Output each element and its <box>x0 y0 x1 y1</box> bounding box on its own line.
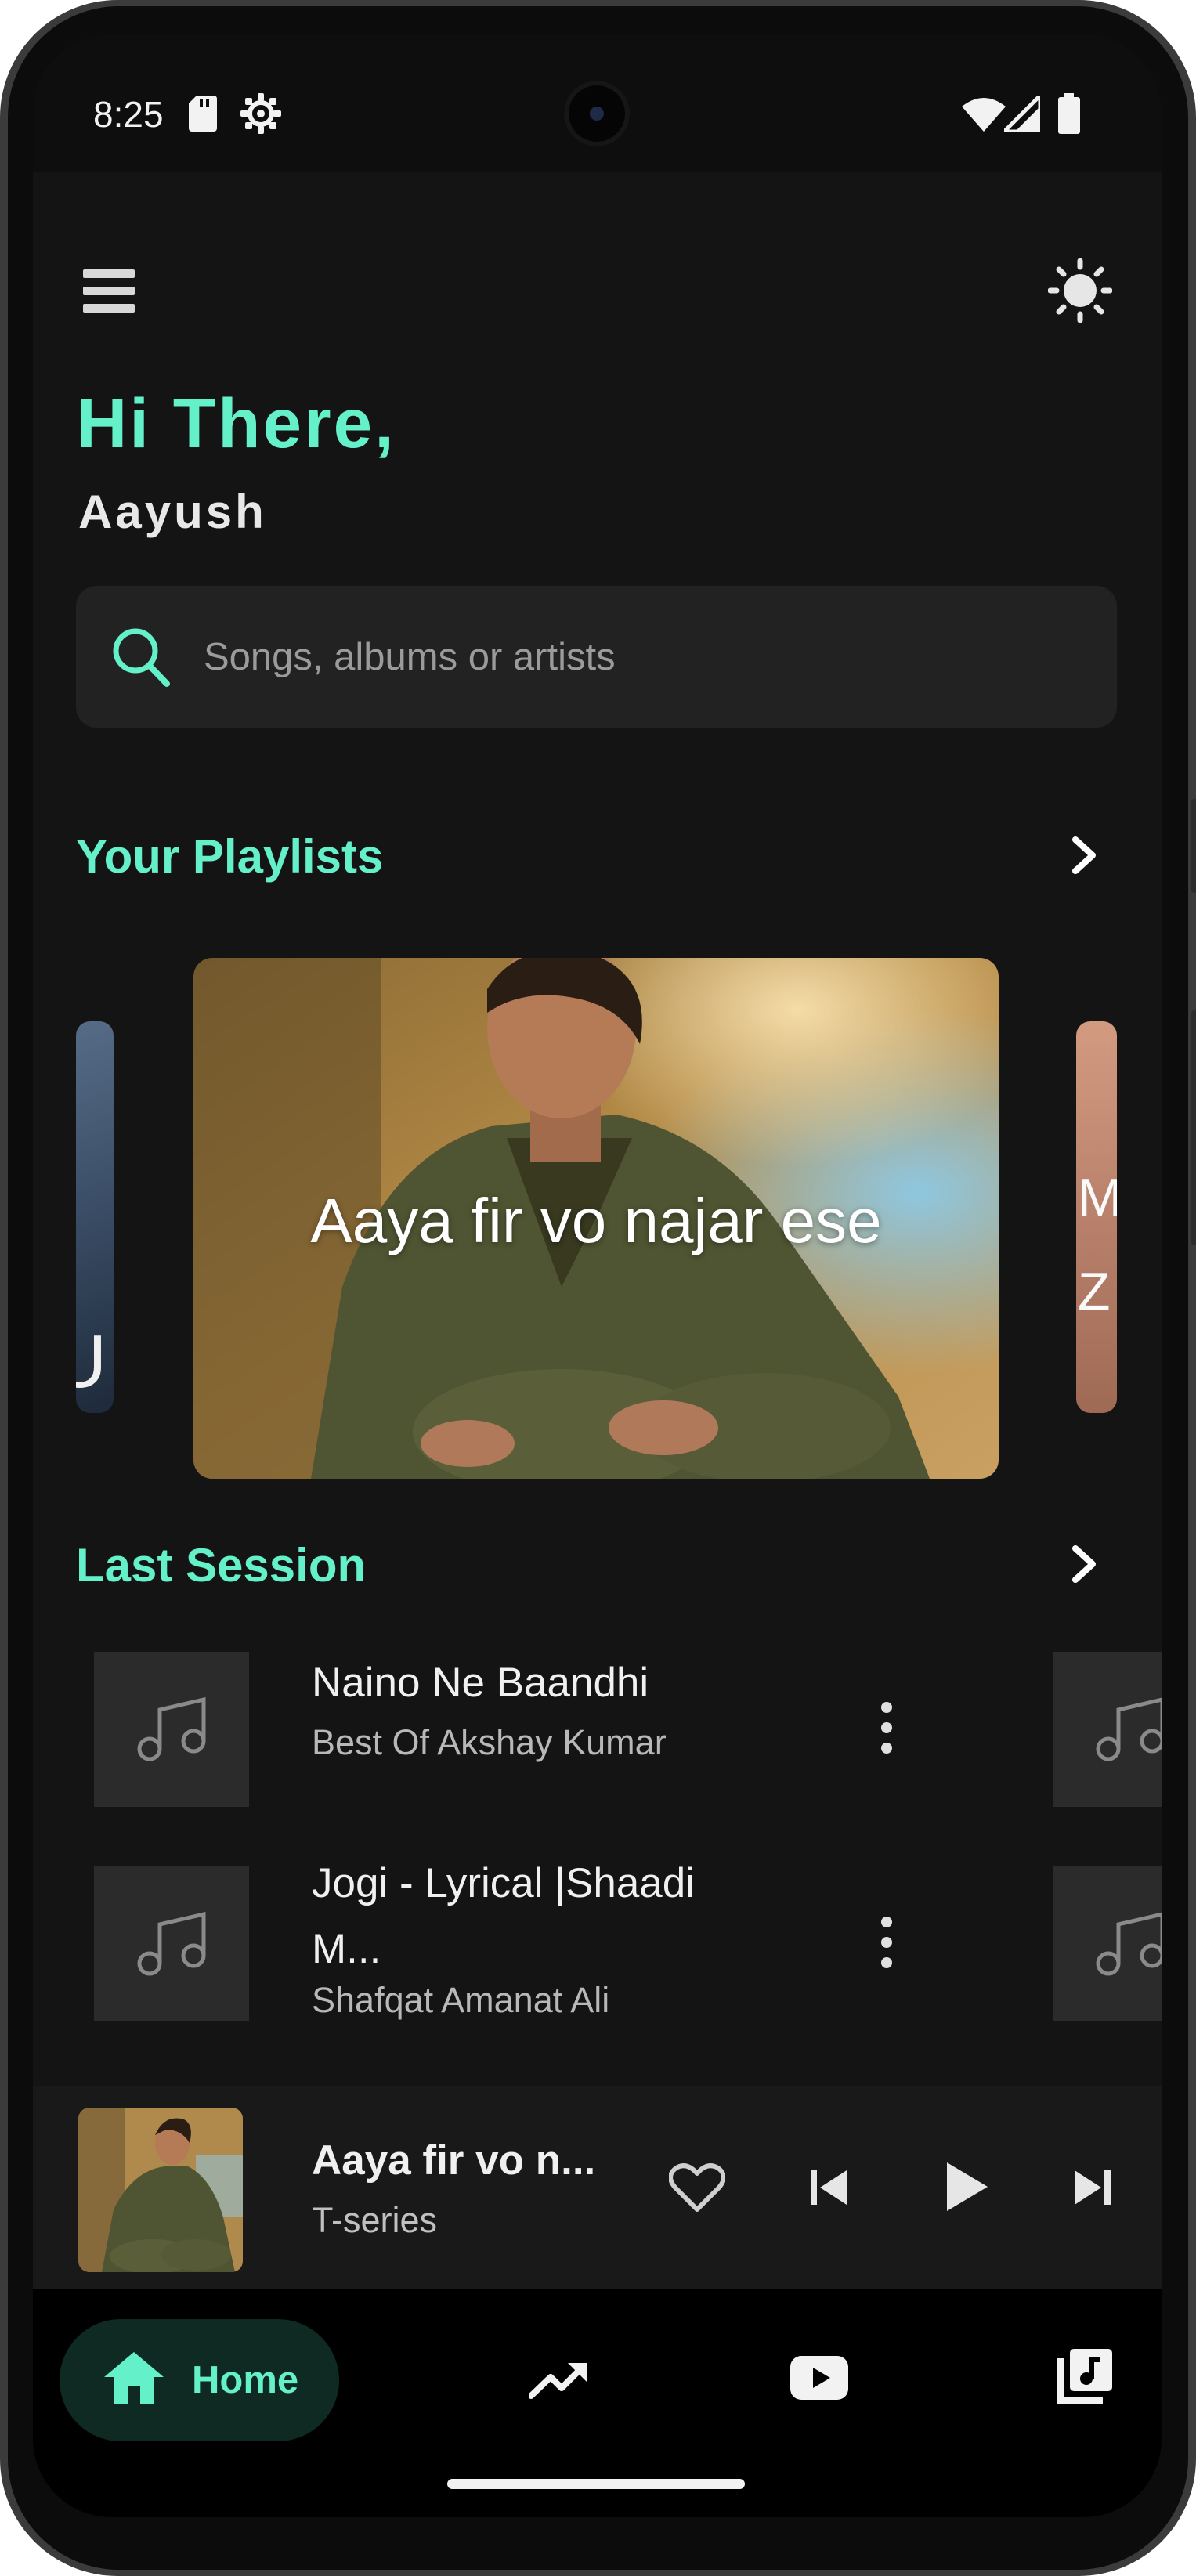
status-time: 8:25 <box>93 94 164 135</box>
song-thumbnail <box>94 1866 249 2021</box>
skip-previous-icon[interactable] <box>811 2169 847 2206</box>
status-bar: 8:25 <box>33 34 1162 172</box>
cellular-signal-icon <box>1004 96 1040 132</box>
search-icon <box>113 628 170 687</box>
song-thumbnail <box>1053 1866 1162 2021</box>
music-note-icon <box>137 1911 206 1976</box>
nav-item-home[interactable]: Home <box>60 2319 339 2441</box>
playlist-card-title: M Z <box>1078 1151 1117 1339</box>
now-playing-artist: T-series <box>312 2200 438 2240</box>
bottom-navigation: Home <box>33 2289 1162 2517</box>
more-options-icon[interactable] <box>877 1915 896 1970</box>
playlist-card-title: U <box>76 1320 107 1404</box>
music-note-icon <box>137 1696 206 1761</box>
library-music-icon[interactable] <box>1056 2346 1115 2405</box>
play-icon[interactable] <box>947 2162 988 2211</box>
playlist-card-featured[interactable]: Aaya fir vo najar ese <box>193 958 999 1479</box>
skip-next-icon[interactable] <box>1075 2169 1111 2206</box>
music-note-icon <box>1096 1697 1162 1761</box>
app-home-screen: Hi There, Aayush Your Playlists U <box>33 172 1162 2517</box>
sd-card-icon <box>189 96 217 132</box>
front-camera <box>564 81 630 146</box>
wifi-icon <box>962 98 1006 132</box>
nav-item-label: Home <box>192 2359 299 2401</box>
song-list-item[interactable]: Naino Ne Baandhi Best Of Akshay Kumar <box>33 1652 1162 1808</box>
song-title: Naino Ne Baandhi <box>312 1660 649 1706</box>
trending-icon[interactable] <box>529 2361 588 2399</box>
now-playing-artwork <box>78 2108 243 2272</box>
more-options-icon[interactable] <box>877 1700 896 1755</box>
chevron-right-icon[interactable] <box>1064 833 1104 877</box>
search-bar[interactable] <box>76 586 1117 728</box>
home-icon <box>104 2352 164 2404</box>
heart-icon[interactable] <box>669 2162 725 2213</box>
music-note-icon <box>1096 1912 1162 1976</box>
screen: 8:25 Hi There, Aayush Songs, albums or a… <box>33 34 1162 2517</box>
playlist-card-previous[interactable]: U <box>76 1021 114 1413</box>
last-session-section-title: Last Session <box>76 1539 367 1591</box>
now-playing-title: Aaya fir vo n... <box>312 2137 596 2184</box>
gesture-home-indicator[interactable] <box>447 2479 745 2489</box>
song-thumbnail <box>94 1652 249 1807</box>
song-subtitle: Best Of Akshay Kumar <box>312 1722 667 1762</box>
playlist-card-next[interactable]: M Z <box>1076 1021 1117 1413</box>
search-input[interactable] <box>202 629 1064 685</box>
user-name: Aayush <box>78 486 267 538</box>
side-button <box>1191 799 1196 893</box>
greeting-title: Hi There, <box>77 384 396 462</box>
phone-frame: 8:25 Hi There, Aayush Songs, albums or a… <box>0 0 1196 2576</box>
side-button <box>1191 1010 1196 1245</box>
song-thumbnail <box>1053 1652 1162 1807</box>
mini-player[interactable]: Aaya fir vo n... T-series <box>33 2086 1162 2289</box>
battery-icon <box>1058 93 1080 134</box>
chevron-right-icon[interactable] <box>1064 1542 1104 1586</box>
hamburger-menu-icon[interactable] <box>83 269 135 313</box>
playlists-section-title: Your Playlists <box>76 830 384 883</box>
settings-gear-icon <box>240 93 281 134</box>
song-title: Jogi - Lyrical |Shaadi M... <box>312 1860 696 1972</box>
song-list-item[interactable]: Jogi - Lyrical |Shaadi M... Shafqat Aman… <box>33 1860 1162 2023</box>
playlist-card-title-line: Z <box>1078 1262 1111 1321</box>
youtube-icon[interactable] <box>790 2356 848 2400</box>
playlist-card-title-line: M <box>1078 1168 1117 1227</box>
sun-brightness-icon[interactable] <box>1048 258 1112 323</box>
playlist-card-title: Aaya fir vo najar ese <box>310 1186 882 1255</box>
song-subtitle: Shafqat Amanat Ali <box>312 1980 610 2020</box>
